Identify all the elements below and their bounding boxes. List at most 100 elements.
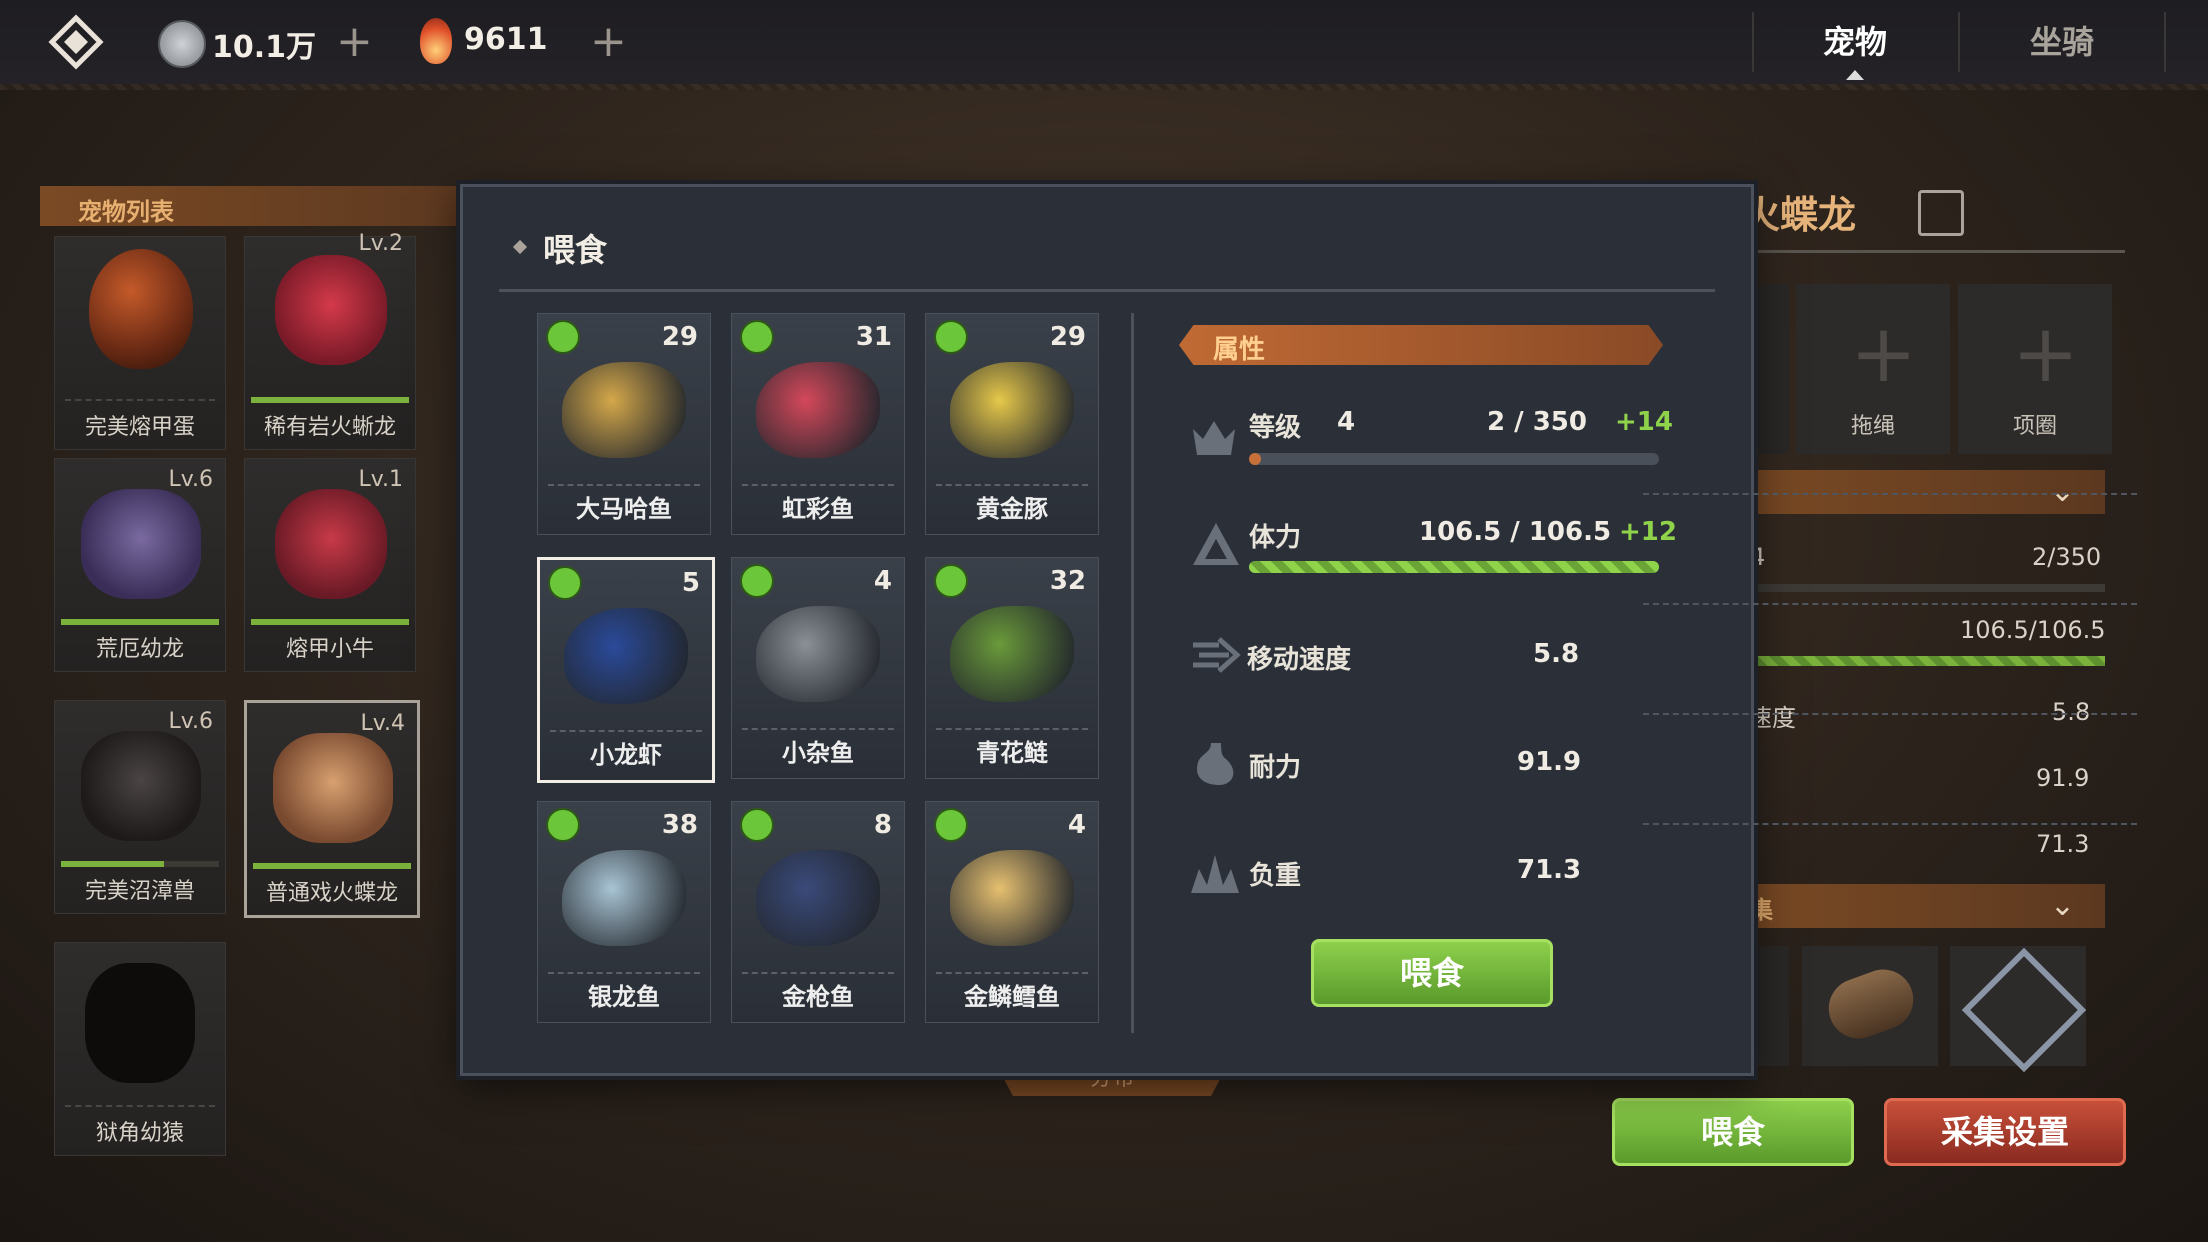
food-item[interactable]: 8 金枪鱼: [731, 801, 905, 1023]
pet-card[interactable]: 完美熔甲蛋: [54, 236, 226, 450]
food-name: 虹彩鱼: [782, 495, 854, 523]
gather-slot-wood[interactable]: [1802, 946, 1938, 1066]
pet-level: Lv.4: [360, 711, 405, 736]
gather-header-bg: 集 ⌄: [1745, 884, 2105, 928]
tab-mounts[interactable]: 坐骑: [1962, 0, 2162, 84]
hp-label: 体力: [1249, 523, 1302, 553]
add-silver-button[interactable]: +: [336, 20, 373, 64]
food-item[interactable]: 4 小杂鱼: [731, 557, 905, 779]
happy-face-icon: [740, 564, 774, 598]
equip-slot-leash[interactable]: + 拖绳: [1796, 284, 1950, 454]
food-item[interactable]: 38 银龙鱼: [537, 801, 711, 1023]
pet-name: 完美熔甲蛋: [84, 415, 195, 440]
food-item[interactable]: 4 金鳞鳕鱼: [925, 801, 1099, 1023]
fish-icon: [756, 850, 880, 946]
tab-active-indicator: [1846, 70, 1864, 80]
silver-amount: 10.1万: [212, 30, 317, 65]
modal-vertical-divider: [1131, 313, 1134, 1033]
back-icon[interactable]: [48, 14, 104, 70]
divider: [742, 484, 894, 486]
rp-feed-button[interactable]: 喂食: [1612, 1098, 1854, 1166]
happy-face-icon: [546, 808, 580, 842]
feed-modal: 喂食 29 大马哈鱼 31 虹彩鱼 29 黄金豚 5 小龙虾 4 小杂鱼 32 青花鲢 38 银龙鱼 8 金枪…: [460, 184, 2137, 1076]
equip-slot-collar[interactable]: + 项圈: [1958, 284, 2112, 454]
speed-value: 5.8: [1533, 639, 1580, 669]
log-icon: [1820, 961, 1922, 1047]
divider: [936, 728, 1088, 730]
pet-card[interactable]: 狱角幼猿: [54, 942, 226, 1156]
divider: [548, 484, 700, 486]
pet-name: 普通戏火蝶龙: [265, 881, 398, 906]
food-name: 金枪鱼: [782, 983, 854, 1011]
food-count: 4: [873, 566, 892, 596]
food-count: 29: [661, 322, 698, 352]
food-item[interactable]: 31 虹彩鱼: [731, 313, 905, 535]
divider: [550, 730, 702, 732]
food-item-selected[interactable]: 5 小龙虾: [537, 557, 715, 783]
pet-card[interactable]: Lv.6 荒厄幼龙: [54, 458, 226, 672]
endurance-value: 91.9: [1517, 747, 1582, 777]
food-name: 青花鲢: [976, 739, 1048, 767]
happy-face-icon: [934, 808, 968, 842]
happy-face-icon: [934, 564, 968, 598]
food-item[interactable]: 32 青花鲢: [925, 557, 1099, 779]
happy-face-icon: [740, 320, 774, 354]
pet-progress-bar: [61, 619, 219, 625]
fish-icon: [756, 362, 880, 458]
slot-label: 项圈: [2012, 414, 2057, 439]
fish-icon: [950, 850, 1074, 946]
chevron-down-icon[interactable]: ⌄: [2050, 888, 2075, 923]
level-exp: 2 / 350: [1487, 407, 1587, 437]
pet-list-title: 宠物列表: [78, 198, 174, 226]
add-gem-button[interactable]: +: [590, 20, 627, 64]
pet-name: 熔甲小牛: [285, 637, 374, 662]
hp-value: 106.5 / 106.5: [1419, 517, 1612, 547]
food-count: 4: [1067, 810, 1086, 840]
pet-name: 荒厄幼龙: [95, 637, 184, 662]
pet-card-selected[interactable]: Lv.4 普通戏火蝶龙: [244, 700, 420, 918]
level-label: 等级: [1249, 413, 1302, 443]
plus-icon: +: [1850, 307, 1918, 400]
divider: [1745, 250, 2125, 253]
divider: [936, 972, 1088, 974]
pet-progress-bar: [251, 619, 409, 625]
modal-title-bullet: [512, 239, 528, 255]
level-progress-bar: [1249, 453, 1659, 465]
food-name: 大马哈鱼: [576, 495, 672, 523]
food-count: 31: [855, 322, 892, 352]
hp-progress-bar: [1249, 561, 1659, 573]
happy-face-icon: [548, 566, 582, 600]
feed-button[interactable]: 喂食: [1311, 939, 1553, 1007]
food-item[interactable]: 29 黄金豚: [925, 313, 1099, 535]
happy-face-icon: [934, 320, 968, 354]
crossed-tools-icon: [1961, 947, 2087, 1073]
load-label: 负重: [1249, 861, 1302, 891]
pet-level: Lv.1: [358, 467, 403, 492]
rp-endurance: 91.9: [2036, 764, 2090, 792]
pet-card[interactable]: Lv.1 熔甲小牛: [244, 458, 416, 672]
rp-hp-bar: [1745, 656, 2105, 666]
pet-portrait-icon: [81, 489, 201, 599]
pet-card[interactable]: Lv.6 完美沼漳兽: [54, 700, 226, 914]
divider: [742, 728, 894, 730]
pet-name-title: 火蝶龙: [1742, 193, 1857, 237]
food-item[interactable]: 29 大马哈鱼: [537, 313, 711, 535]
load-grass-icon: [1189, 853, 1241, 895]
pet-card[interactable]: Lv.2 稀有岩火蜥龙: [244, 231, 416, 450]
food-name: 小龙虾: [590, 741, 662, 769]
divider: [936, 484, 1088, 486]
chevron-down-icon[interactable]: ⌄: [2050, 474, 2075, 509]
pet-portrait-icon: [275, 489, 387, 599]
pet-portrait-icon: [275, 255, 387, 365]
tab-divider: [1752, 12, 1754, 72]
rp-level-exp: 2/350: [2032, 543, 2102, 571]
food-name: 银龙鱼: [588, 983, 660, 1011]
rename-icon[interactable]: [1918, 190, 1964, 236]
rp-load: 71.3: [2036, 830, 2090, 858]
fish-icon: [950, 362, 1074, 458]
happy-face-icon: [546, 320, 580, 354]
rp-hp: 106.5/106.5: [1960, 616, 2106, 644]
gather-settings-button[interactable]: 采集设置: [1884, 1098, 2126, 1166]
gather-slot-tools[interactable]: [1950, 946, 2087, 1073]
tab-divider: [2164, 12, 2166, 72]
